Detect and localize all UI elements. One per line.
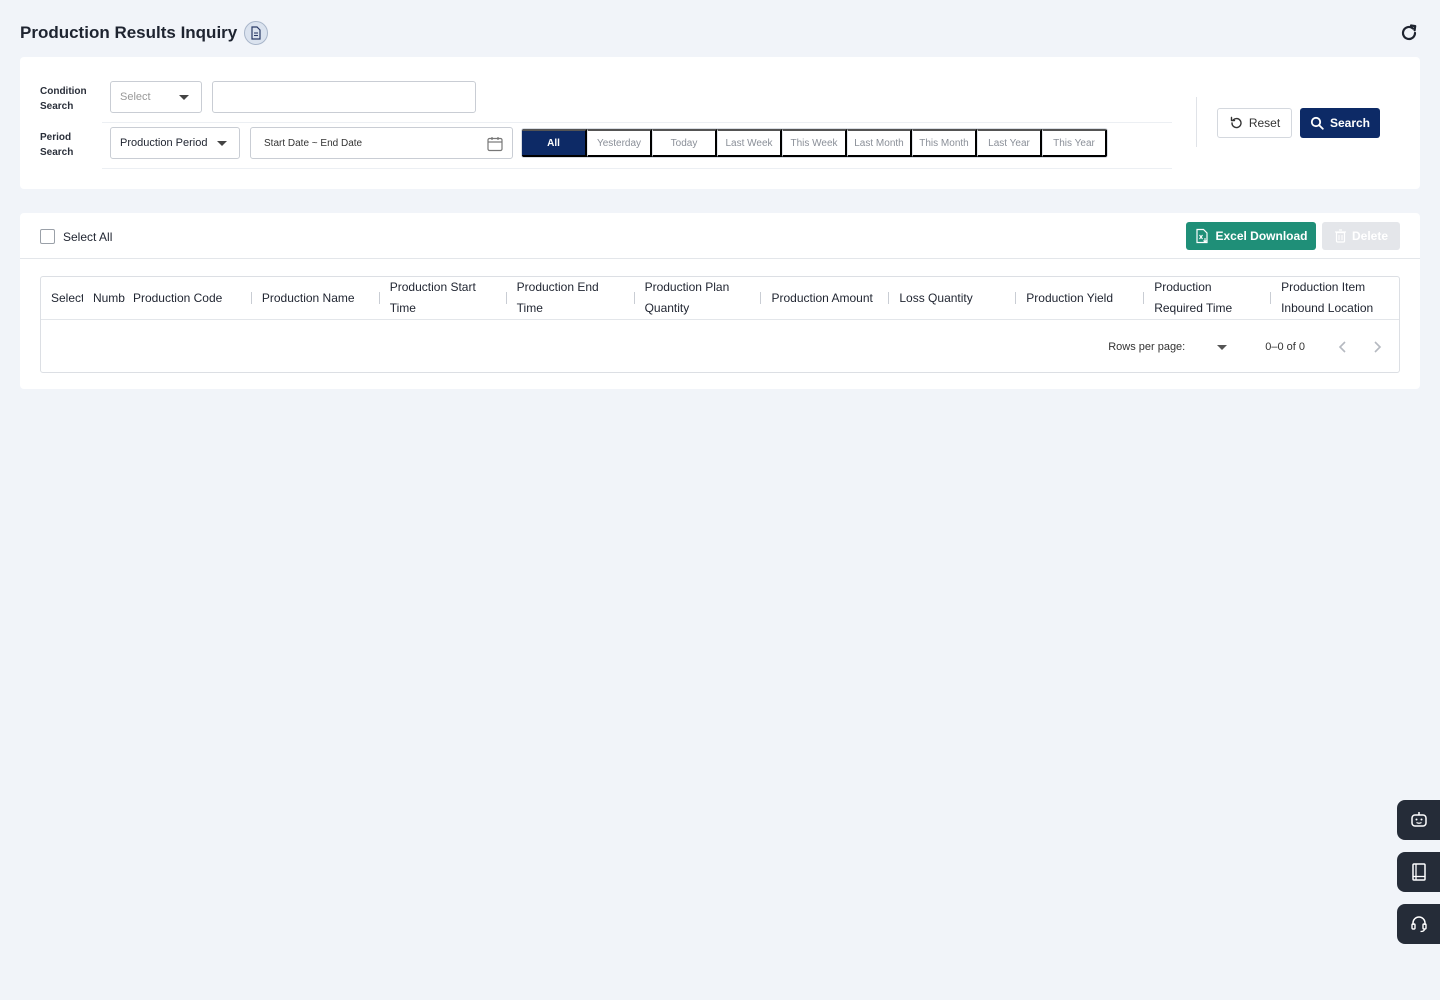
- select-all[interactable]: Select All: [40, 229, 112, 244]
- column-header-label: Loss Quantity: [899, 290, 973, 305]
- column-header-label: Production Yield: [1026, 290, 1114, 305]
- condition-select-value: Select: [120, 91, 151, 103]
- select-all-checkbox[interactable]: [40, 229, 55, 244]
- document-icon[interactable]: [244, 21, 269, 45]
- period-this-week-button[interactable]: This Week: [782, 129, 847, 157]
- excel-icon: [1196, 228, 1209, 244]
- column-header-production-code[interactable]: Production Code: [125, 277, 252, 319]
- chevron-down-icon: [179, 95, 189, 100]
- delete-button: Delete: [1322, 222, 1400, 250]
- results-grid-panel: Select All Excel Download Delete Select: [20, 213, 1420, 389]
- excel-download-label: Excel Download: [1215, 229, 1308, 243]
- excel-download-button[interactable]: Excel Download: [1186, 222, 1316, 250]
- date-range-input[interactable]: Start Date ~ End Date: [250, 127, 513, 159]
- period-this-month-button[interactable]: This Month: [912, 129, 977, 157]
- column-header-production-amount[interactable]: Production Amount: [761, 277, 890, 319]
- page-info: 0–0 of 0: [1265, 341, 1305, 353]
- column-header-label: Select: [51, 290, 83, 305]
- chatbot-button[interactable]: [1397, 800, 1440, 840]
- column-header-label: Production Required Time: [1154, 280, 1233, 315]
- support-button[interactable]: [1397, 904, 1440, 944]
- chevron-down-icon: [217, 141, 227, 146]
- column-header-label: Production Item Inbound Location: [1281, 280, 1374, 315]
- chatbot-icon: [1410, 812, 1427, 827]
- column-header-label: Production Code: [132, 290, 223, 305]
- column-header-production-start-time[interactable]: Production Start Time: [380, 277, 507, 319]
- page-title: Production Results Inquiry: [20, 23, 238, 42]
- search-button[interactable]: Search: [1300, 108, 1380, 138]
- condition-label-line2: Search: [40, 101, 74, 112]
- search-button-label: Search: [1329, 116, 1371, 130]
- period-label-line1: Period: [40, 132, 72, 143]
- reset-button-label: Reset: [1248, 116, 1281, 130]
- period-this-year-button[interactable]: This Year: [1042, 129, 1107, 157]
- column-header-production-end-time[interactable]: Production End Time: [507, 277, 635, 319]
- headset-icon: [1410, 916, 1427, 933]
- period-all-button[interactable]: All: [522, 129, 587, 157]
- period-button-group: All Yesterday Today Last Week This Week …: [521, 128, 1108, 158]
- search-panel: Condition Search Select Period Search Pr…: [20, 57, 1420, 189]
- table-header: Select Numb Production Code Production N…: [41, 277, 1399, 320]
- manual-button[interactable]: [1397, 852, 1440, 892]
- column-header-label: Production End Time: [516, 280, 599, 315]
- period-type-select[interactable]: Production Period: [110, 127, 240, 159]
- select-all-label: Select All: [63, 229, 113, 244]
- rows-per-page-label: Rows per page:: [1108, 341, 1186, 353]
- column-header-number[interactable]: Numb: [83, 277, 125, 319]
- period-select-value: Production Period: [120, 137, 208, 149]
- column-header-production-plan-quantity[interactable]: Production Plan Quantity: [635, 277, 762, 319]
- trash-icon: [1334, 229, 1346, 243]
- prev-page-icon[interactable]: [1337, 341, 1349, 353]
- refresh-icon[interactable]: [1398, 22, 1420, 44]
- rows-per-page-select[interactable]: [1217, 344, 1228, 350]
- row-divider: [102, 122, 1172, 123]
- reset-button[interactable]: Reset: [1217, 108, 1292, 138]
- period-last-month-button[interactable]: Last Month: [847, 129, 912, 157]
- column-header-label: Production Plan Quantity: [644, 280, 730, 315]
- table-pagination: Rows per page: 0–0 of 0: [41, 321, 1399, 372]
- next-page-icon[interactable]: [1371, 341, 1383, 353]
- condition-search-label: Condition Search: [40, 84, 87, 114]
- delete-button-label: Delete: [1351, 229, 1389, 243]
- reset-icon: [1230, 116, 1242, 129]
- column-header-production-yield[interactable]: Production Yield: [1016, 277, 1145, 319]
- period-yesterday-button[interactable]: Yesterday: [587, 129, 652, 157]
- column-header-production-name[interactable]: Production Name: [252, 277, 380, 319]
- period-label-line2: Search: [40, 147, 74, 158]
- row-divider: [102, 168, 1172, 169]
- condition-label-line1: Condition: [40, 86, 87, 97]
- period-today-button[interactable]: Today: [652, 129, 717, 157]
- column-header-label: Production Start Time: [389, 280, 476, 315]
- results-table: Select Numb Production Code Production N…: [40, 276, 1400, 373]
- vertical-divider: [1196, 97, 1197, 147]
- column-header-label: Production Name: [261, 290, 355, 305]
- column-header-inbound-location[interactable]: Production Item Inbound Location: [1271, 277, 1399, 319]
- column-header-select[interactable]: Select: [41, 277, 83, 319]
- column-header-label: Production Amount: [771, 290, 873, 305]
- period-search-label: Period Search: [40, 130, 73, 160]
- condition-select[interactable]: Select: [110, 81, 202, 113]
- date-range-value: Start Date ~ End Date: [264, 137, 363, 149]
- period-last-year-button[interactable]: Last Year: [977, 129, 1042, 157]
- manual-book-icon: [1411, 863, 1426, 881]
- calendar-icon[interactable]: [486, 135, 504, 153]
- column-header-loss-quantity[interactable]: Loss Quantity: [889, 277, 1017, 319]
- search-icon: [1310, 116, 1324, 130]
- column-header-label: Numb: [92, 290, 125, 305]
- grid-toolbar: Select All Excel Download Delete: [20, 213, 1420, 259]
- condition-search-input[interactable]: [212, 81, 476, 113]
- period-last-week-button[interactable]: Last Week: [717, 129, 782, 157]
- column-header-production-required-time[interactable]: Production Required Time: [1144, 277, 1272, 319]
- page-header: Production Results Inquiry: [20, 18, 1420, 48]
